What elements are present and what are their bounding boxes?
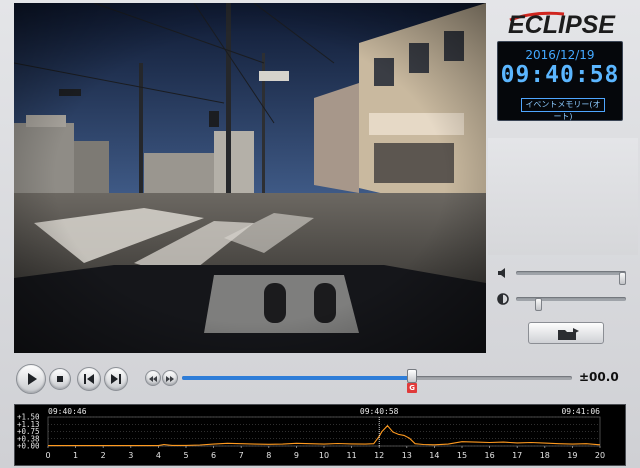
skip-forward-icon [111,374,121,384]
g-sensor-chart: +1.50+1.13+0.75+0.38+0.000 1 2 3 4 5 6 7 8 9 10 11 1… [17,407,605,460]
x-tick-label: 16 [485,451,495,460]
x-tick-label: 17 [512,451,522,460]
x-tick-label: 13 [402,451,412,460]
recording-mode-badge: イベントメモリー(オート) [521,98,605,121]
next-button[interactable] [104,367,128,391]
x-tick-label: 12 [374,451,384,460]
brightness-slider-row [496,291,628,311]
x-tick-label: 20 [595,451,605,460]
g-sensor-series-line [48,424,601,447]
video-view[interactable] [14,3,486,353]
seek-thumb[interactable] [407,369,418,383]
brightness-icon [497,293,509,305]
graph-timestamp: 09:40:46 [48,407,87,416]
slow-button[interactable] [145,370,161,386]
x-tick-label: 0 [45,451,50,460]
x-tick-label: 7 [239,451,244,460]
graph-timestamp: 09:40:58 [360,407,399,416]
x-tick-label: 5 [183,451,188,460]
volume-slider-row [496,265,628,285]
x-tick-label: 1 [73,451,78,460]
open-file-button[interactable] [528,322,604,344]
stop-button[interactable] [49,368,71,390]
rewind-icon [149,376,157,382]
brand-logo: ECLIPSE [508,11,615,39]
stop-icon [57,376,63,382]
x-tick-label: 10 [319,451,329,460]
x-tick-label: 2 [101,451,106,460]
recording-date: 2016/12/19 [525,48,595,62]
x-tick-label: 19 [567,451,577,460]
x-tick-label: 11 [347,451,357,460]
x-tick-label: 3 [128,451,133,460]
play-button[interactable] [16,364,46,394]
x-tick-label: 9 [294,451,299,460]
g-sensor-graph[interactable]: +1.50 +1.13 +0.75 +0.38 +0.00 0 1 2 3 4 5 6 7 8 9 10 11 1… [14,404,626,466]
x-tick-label: 4 [156,451,161,460]
eject-folder-icon [558,328,579,340]
volume-slider-thumb[interactable] [619,272,626,285]
side-panel: ECLIPSE 2016/12/19 09:40:58 イベントメモリー(オート… [488,3,638,353]
y-tick-label: +0.00 [17,442,40,451]
seek-bar[interactable] [182,376,572,380]
brightness-slider[interactable] [516,297,626,311]
x-tick-label: 6 [211,451,216,460]
brightness-slider-thumb[interactable] [534,298,542,311]
drive-recorder-viewer: ECLIPSE 2016/12/19 09:40:58 イベントメモリー(オート… [0,0,640,468]
seek-progress [182,376,413,380]
skip-back-icon [84,374,94,384]
x-tick-label: 8 [266,451,271,460]
g-sensor-event-marker[interactable]: G [407,383,418,393]
play-icon [28,373,37,385]
speaker-icon [498,268,505,278]
time-offset: ±00.0 [579,370,619,384]
fast-button[interactable] [162,370,178,386]
transport-bar: G ±00.0 [0,356,640,400]
volume-slider[interactable] [516,271,626,285]
graph-timestamp: 09:41:06 [561,407,600,416]
previous-button[interactable] [77,367,101,391]
x-tick-label: 15 [457,451,467,460]
clock-display: 2016/12/19 09:40:58 イベントメモリー(オート) [497,41,623,121]
x-tick-label: 18 [540,451,550,460]
fast-forward-icon [166,376,174,382]
side-spacer [488,138,638,255]
video-frame [14,3,486,353]
recording-time: 09:40:58 [500,62,620,88]
x-tick-label: 14 [429,451,439,460]
